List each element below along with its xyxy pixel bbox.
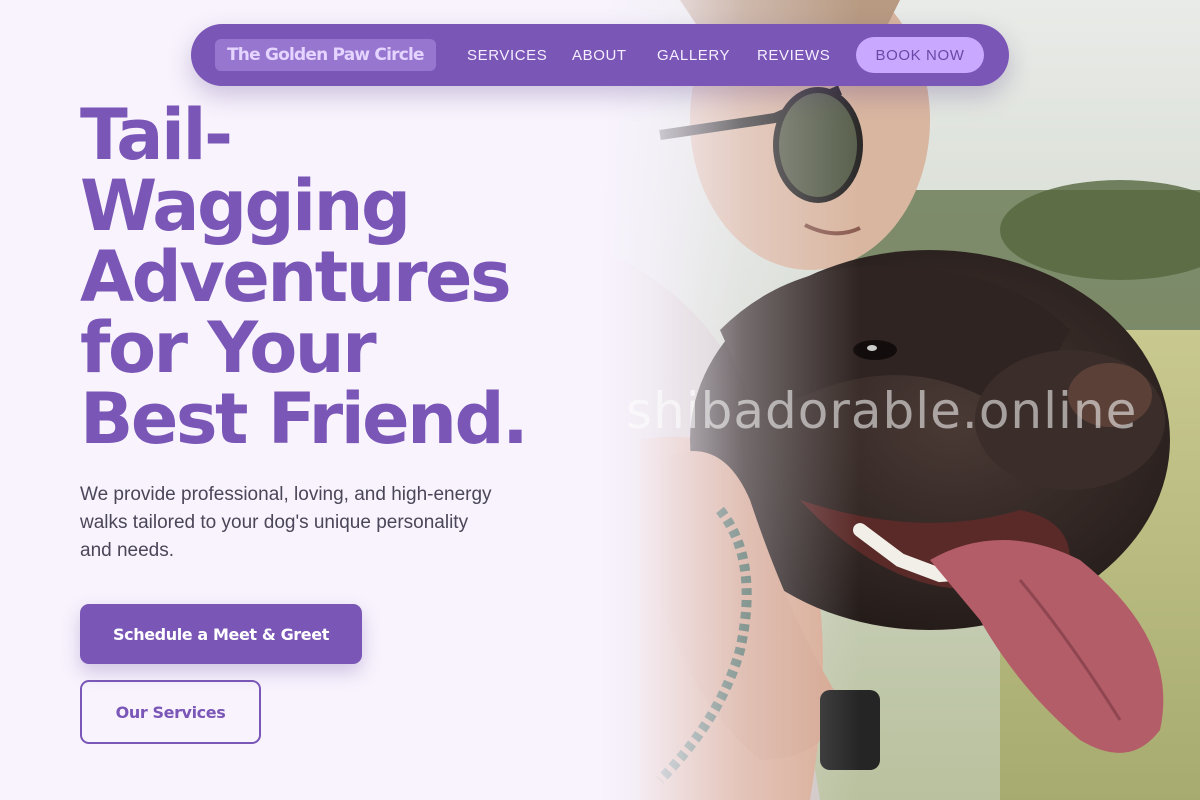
hero-title-line: Adventures (80, 236, 512, 318)
hero-title-line: Tail- (80, 94, 233, 176)
book-now-button[interactable]: BOOK NOW (856, 37, 984, 73)
hero-title-line: Wagging (80, 165, 411, 247)
schedule-meet-greet-button[interactable]: Schedule a Meet & Greet (80, 604, 362, 664)
hero-title-line: Best Friend. (80, 378, 529, 460)
top-navigation: The Golden Paw Circle SERVICES ABOUT GAL… (191, 24, 1009, 86)
hero-title: Tail- Wagging Adventures for Your Best F… (80, 100, 580, 455)
our-services-button[interactable]: Our Services (80, 680, 261, 744)
nav-link-about[interactable]: ABOUT (572, 24, 627, 86)
brand-logo[interactable]: The Golden Paw Circle (215, 39, 436, 71)
watermark-text: shibadorable.online (626, 382, 1138, 440)
nav-link-gallery[interactable]: GALLERY (657, 24, 730, 86)
nav-link-services[interactable]: SERVICES (467, 24, 547, 86)
hero-title-line: for Your (80, 307, 377, 389)
hero-description: We provide professional, loving, and hig… (80, 484, 492, 561)
nav-link-reviews[interactable]: REVIEWS (757, 24, 830, 86)
